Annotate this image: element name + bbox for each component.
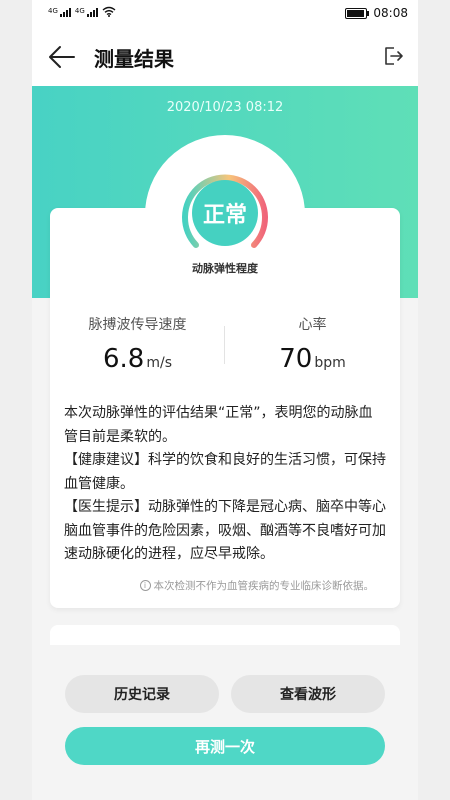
- history-button[interactable]: 历史记录: [65, 675, 219, 713]
- metric-pwv: 脉搏波传导速度 6.8 m/s: [50, 314, 225, 374]
- metric-label: 心率: [298, 317, 327, 333]
- remeasure-button[interactable]: 再测一次: [65, 727, 385, 765]
- status-bar: 4G 4G 08:08: [32, 0, 418, 28]
- battery-level: [347, 9, 365, 17]
- cellular-signal-icon-2: 4G: [75, 8, 98, 17]
- battery-icon: [345, 7, 370, 19]
- disclaimer-text: 本次检测不作为血管疾病的专业临床诊断依据。: [153, 580, 375, 592]
- doctor-tip: 【医生提示】动脉弹性的下降是冠心病、脑卒中等心脑血管事件的危险因素，吸烟、酗酒等…: [64, 499, 386, 562]
- result-summary: 本次动脉弹性的评估结果“正常”，表明您的动脉血管目前是柔软的。: [64, 405, 373, 445]
- signal-indicators: 4G 4G: [48, 6, 116, 17]
- app-frame: 4G 4G 08:08 测量结果 2020/10/23 08:12 正常 动脉弹…: [32, 0, 418, 800]
- metric-unit: m/s: [146, 355, 172, 371]
- metric-value-wrap: 70 bpm: [225, 344, 400, 374]
- health-advice: 【健康建议】科学的饮食和良好的生活习惯，可保持血管健康。: [64, 452, 386, 492]
- metric-value-wrap: 6.8 m/s: [50, 344, 225, 374]
- disclaimer: i 本次检测不作为血管疾病的专业临床诊断依据。: [139, 578, 375, 593]
- metric-value: 70: [279, 344, 313, 374]
- elasticity-status: 正常: [192, 180, 258, 246]
- metric-unit: bpm: [314, 355, 346, 371]
- cellular-signal-icon: 4G: [48, 8, 71, 17]
- exit-icon[interactable]: [382, 45, 404, 67]
- metric-value: 6.8: [102, 344, 145, 374]
- status-right: 08:08: [345, 6, 408, 20]
- page-title: 测量结果: [94, 47, 174, 71]
- bottom-action-area: [32, 645, 418, 800]
- metrics-row: 脉搏波传导速度 6.8 m/s 心率 70 bpm: [50, 314, 400, 380]
- status-time: 08:08: [373, 6, 408, 20]
- view-waveform-button[interactable]: 查看波形: [231, 675, 385, 713]
- wifi-icon: [102, 6, 116, 17]
- measurement-timestamp: 2020/10/23 08:12: [166, 100, 284, 115]
- network-type-1: 4G: [48, 7, 58, 15]
- app-header: 测量结果: [32, 28, 418, 86]
- info-icon: i: [139, 580, 151, 591]
- result-description: 本次动脉弹性的评估结果“正常”，表明您的动脉血管目前是柔软的。 【健康建议】科学…: [64, 402, 386, 567]
- metric-label: 脉搏波传导速度: [88, 317, 187, 333]
- network-type-2: 4G: [74, 7, 85, 15]
- arrow-left-icon[interactable]: [48, 44, 76, 70]
- metric-heart-rate: 心率 70 bpm: [225, 314, 400, 374]
- gauge-label: 动脉弹性程度: [192, 262, 258, 275]
